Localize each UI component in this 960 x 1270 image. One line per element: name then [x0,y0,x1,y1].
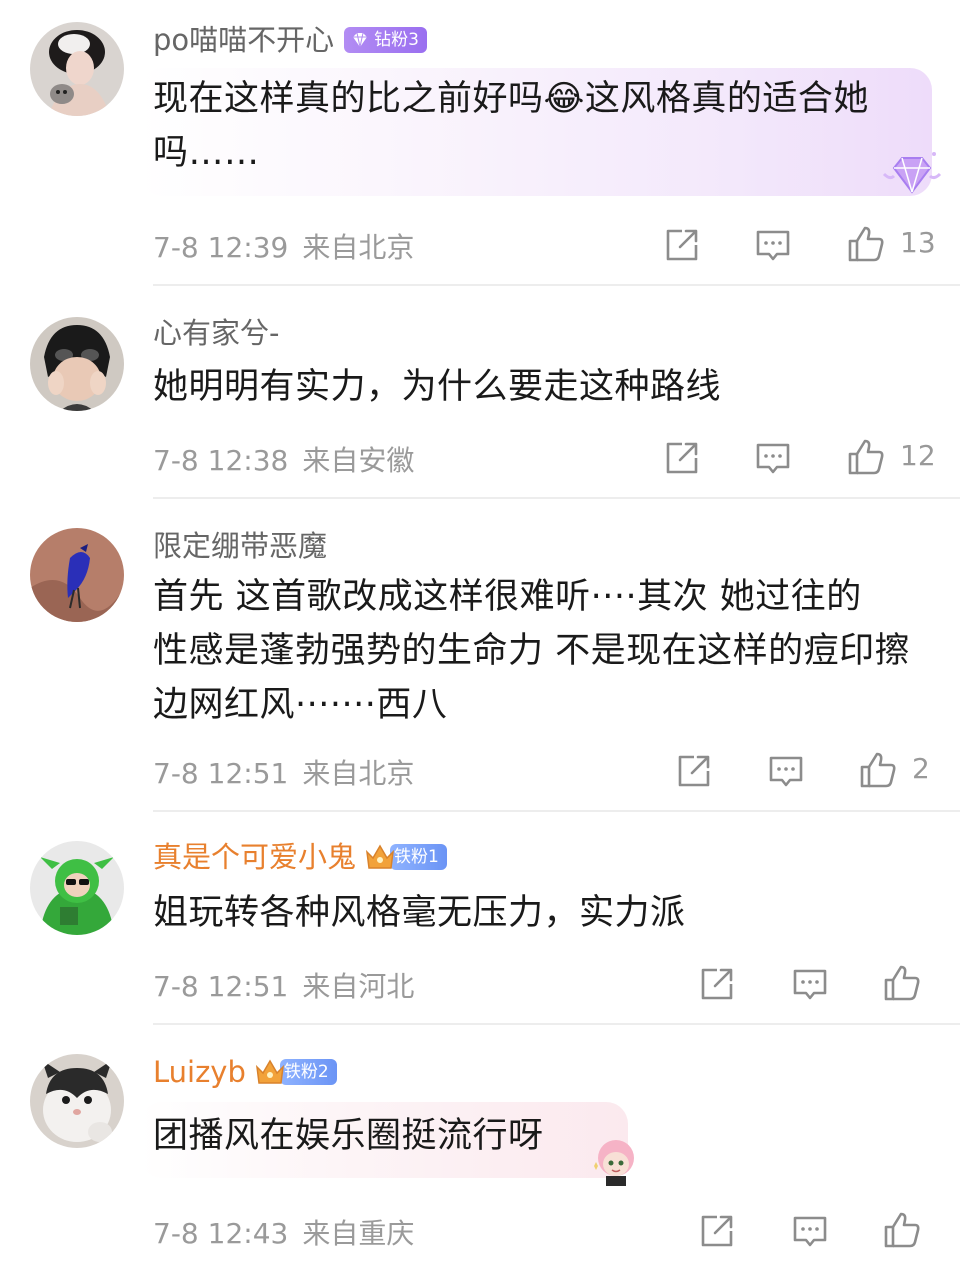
fan-badge[interactable]: 钻粉3 [344,27,427,53]
comment-time: 7-8 12:39 [153,231,289,264]
comment-time: 7-8 12:51 [153,757,289,790]
reply-icon[interactable] [753,438,793,478]
comment-item: Luizyb 铁粉2 团播风在娱乐圈挺流行呀 7-8 12:43 来自重庆 [0,1024,960,1270]
username[interactable]: 心有家兮- [153,315,279,351]
comment-line: 团播风在娱乐圈挺流行呀 [153,1116,544,1156]
comment-meta: 7-8 12:51 来自河北 [153,965,414,1005]
comment-meta: 7-8 12:39 来自北京 [153,226,414,266]
comment-meta: 7-8 12:38 来自安徽 [153,439,414,479]
comment-text: 团播风在娱乐圈挺流行呀 [153,1109,853,1163]
comment-item: po喵喵不开心 钻粉3 现在这样真的比之前好吗😂这风格真的适合她 吗…… 7-8… [0,0,960,286]
avatar[interactable] [30,841,124,935]
share-icon[interactable] [662,225,702,265]
username[interactable]: 真是个可爱小鬼 铁粉1 [153,839,447,875]
comment-location: 来自北京 [302,231,415,264]
like-count: 12 [900,439,936,472]
comment-line: 吗…… [153,133,260,173]
comment-meta: 7-8 12:43 来自重庆 [153,1212,414,1252]
comment-line: 她明明有实力，为什么要走这种路线 [153,367,722,407]
comment-location: 来自重庆 [302,1217,415,1250]
comment-line: 性感是蓬勃强势的生命力 不是现在这样的痘印擦 [153,631,911,671]
avatar[interactable] [30,22,124,116]
comment-text: 现在这样真的比之前好吗😂这风格真的适合她 吗…… [153,72,893,180]
comment-line: 姐玩转各种风格毫无压力，实力派 [153,893,686,933]
crown-icon [364,842,396,872]
username-text[interactable]: 限定绷带恶魔 [153,528,327,564]
comment-location: 来自安徽 [302,444,415,477]
username[interactable]: 限定绷带恶魔 [153,528,327,564]
comment-location: 来自北京 [302,757,415,790]
like-icon[interactable] [846,224,886,264]
share-icon[interactable] [674,751,714,791]
like-icon[interactable] [882,1210,922,1250]
like-icon[interactable] [882,963,922,1003]
username[interactable]: po喵喵不开心 钻粉3 [153,22,427,58]
like-count: 13 [900,226,936,259]
username-text[interactable]: 心有家兮- [153,315,279,351]
fan-badge[interactable]: 铁粉1 [390,844,447,870]
avatar[interactable] [30,1054,124,1148]
diamond-icon [880,150,944,200]
reply-icon[interactable] [790,1211,830,1251]
comment-line: 首先 这首歌改成这样很难听····其次 她过往的 [153,577,862,617]
crown-icon [254,1057,286,1087]
share-icon[interactable] [662,438,702,478]
badge-label: 钻粉3 [374,30,419,50]
fan-badge[interactable]: 铁粉2 [279,1059,337,1085]
comment-line: 现在这样真的比之前好吗😂这风格真的适合她 [153,79,869,119]
comment-time: 7-8 12:51 [153,970,289,1003]
username[interactable]: Luizyb 铁粉2 [153,1054,337,1090]
share-icon[interactable] [697,1211,737,1251]
comment-time: 7-8 12:43 [153,1217,289,1250]
comment-meta: 7-8 12:51 来自北京 [153,752,414,792]
badge-label: 铁粉1 [394,847,439,867]
comment-item: 心有家兮- 她明明有实力，为什么要走这种路线 7-8 12:38 来自安徽 12 [0,285,960,499]
diamond-icon [350,30,370,50]
avatar[interactable] [30,528,124,622]
avatar[interactable] [30,317,124,411]
username-text[interactable]: 真是个可爱小鬼 [153,839,356,875]
like-icon[interactable] [858,750,898,790]
username-text[interactable]: po喵喵不开心 [153,22,334,58]
comment-text: 首先 这首歌改成这样很难听····其次 她过往的 性感是蓬勃强势的生命力 不是现… [153,570,943,732]
reply-icon[interactable] [790,964,830,1004]
comment-text: 姐玩转各种风格毫无压力，实力派 [153,886,933,940]
share-icon[interactable] [697,964,737,1004]
comment-item: 真是个可爱小鬼 铁粉1 姐玩转各种风格毫无压力，实力派 7-8 12:51 来自河… [0,811,960,1025]
reply-icon[interactable] [766,751,806,791]
comment-item: 限定绷带恶魔 首先 这首歌改成这样很难听····其次 她过往的 性感是蓬勃强势的… [0,498,960,812]
badge-label: 铁粉2 [283,1062,329,1082]
comment-time: 7-8 12:38 [153,444,289,477]
username-text[interactable]: Luizyb [153,1054,246,1090]
comment-line: 边网红风·······西八 [153,685,448,725]
comment-text: 她明明有实力，为什么要走这种路线 [153,360,933,414]
comment-location: 来自河北 [302,970,415,1003]
like-count: 2 [912,752,930,785]
like-icon[interactable] [846,437,886,477]
reply-icon[interactable] [753,225,793,265]
